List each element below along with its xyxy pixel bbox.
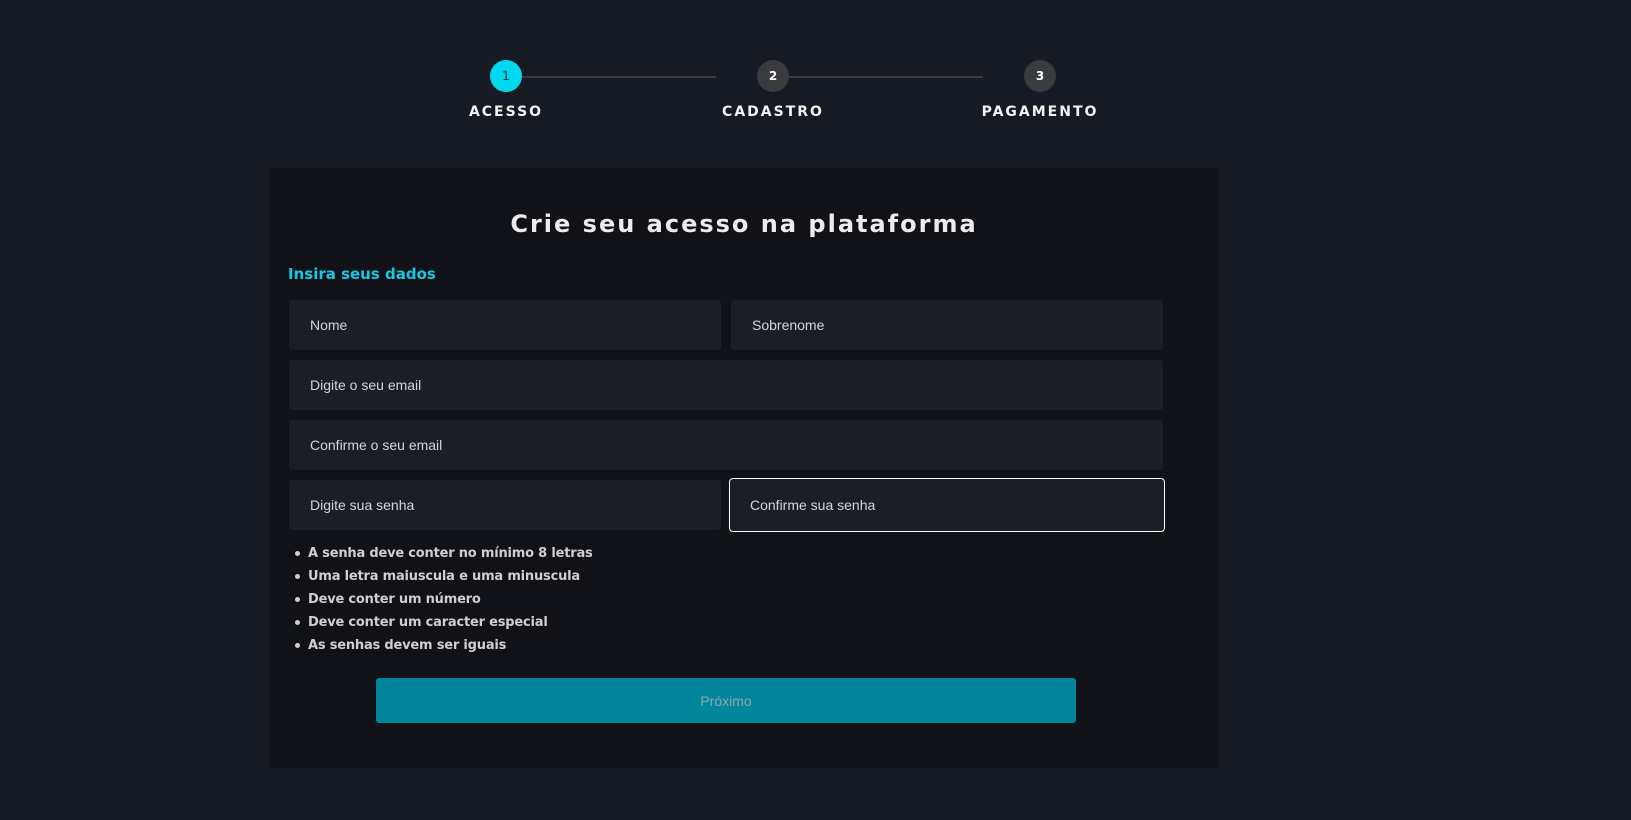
password-rule: Uma letra maiuscula e uma minuscula — [289, 565, 593, 588]
next-button[interactable]: Próximo — [376, 678, 1076, 723]
step-number: 2 — [757, 60, 789, 92]
step-label: CADASTRO — [722, 104, 824, 120]
step-number: 1 — [490, 60, 522, 92]
progress-stepper: 1 ACESSO 2 CADASTRO 3 PAGAMENTO — [440, 60, 1096, 130]
section-label: Insira seus dados — [288, 265, 436, 283]
signup-card: Crie seu acesso na plataforma Insira seu… — [269, 168, 1219, 768]
password-rules-list: A senha deve conter no mínimo 8 letras U… — [289, 542, 593, 657]
password-rule: Deve conter um caracter especial — [289, 611, 593, 634]
confirm-email-input[interactable] — [289, 420, 1163, 470]
step-cadastro: 2 CADASTRO — [703, 60, 843, 120]
password-rule: Deve conter um número — [289, 588, 593, 611]
step-acesso: 1 ACESSO — [436, 60, 576, 120]
page-title: Crie seu acesso na plataforma — [510, 210, 978, 238]
email-input[interactable] — [289, 360, 1163, 410]
first-name-input[interactable] — [289, 300, 721, 350]
step-number: 3 — [1024, 60, 1056, 92]
password-input[interactable] — [289, 480, 721, 530]
step-pagamento: 3 PAGAMENTO — [970, 60, 1110, 120]
last-name-input[interactable] — [731, 300, 1163, 350]
step-label: ACESSO — [468, 104, 544, 120]
password-rule: As senhas devem ser iguais — [289, 634, 593, 657]
confirm-password-input[interactable] — [729, 478, 1165, 532]
password-rule: A senha deve conter no mínimo 8 letras — [289, 542, 593, 565]
step-label: PAGAMENTO — [981, 104, 1099, 120]
